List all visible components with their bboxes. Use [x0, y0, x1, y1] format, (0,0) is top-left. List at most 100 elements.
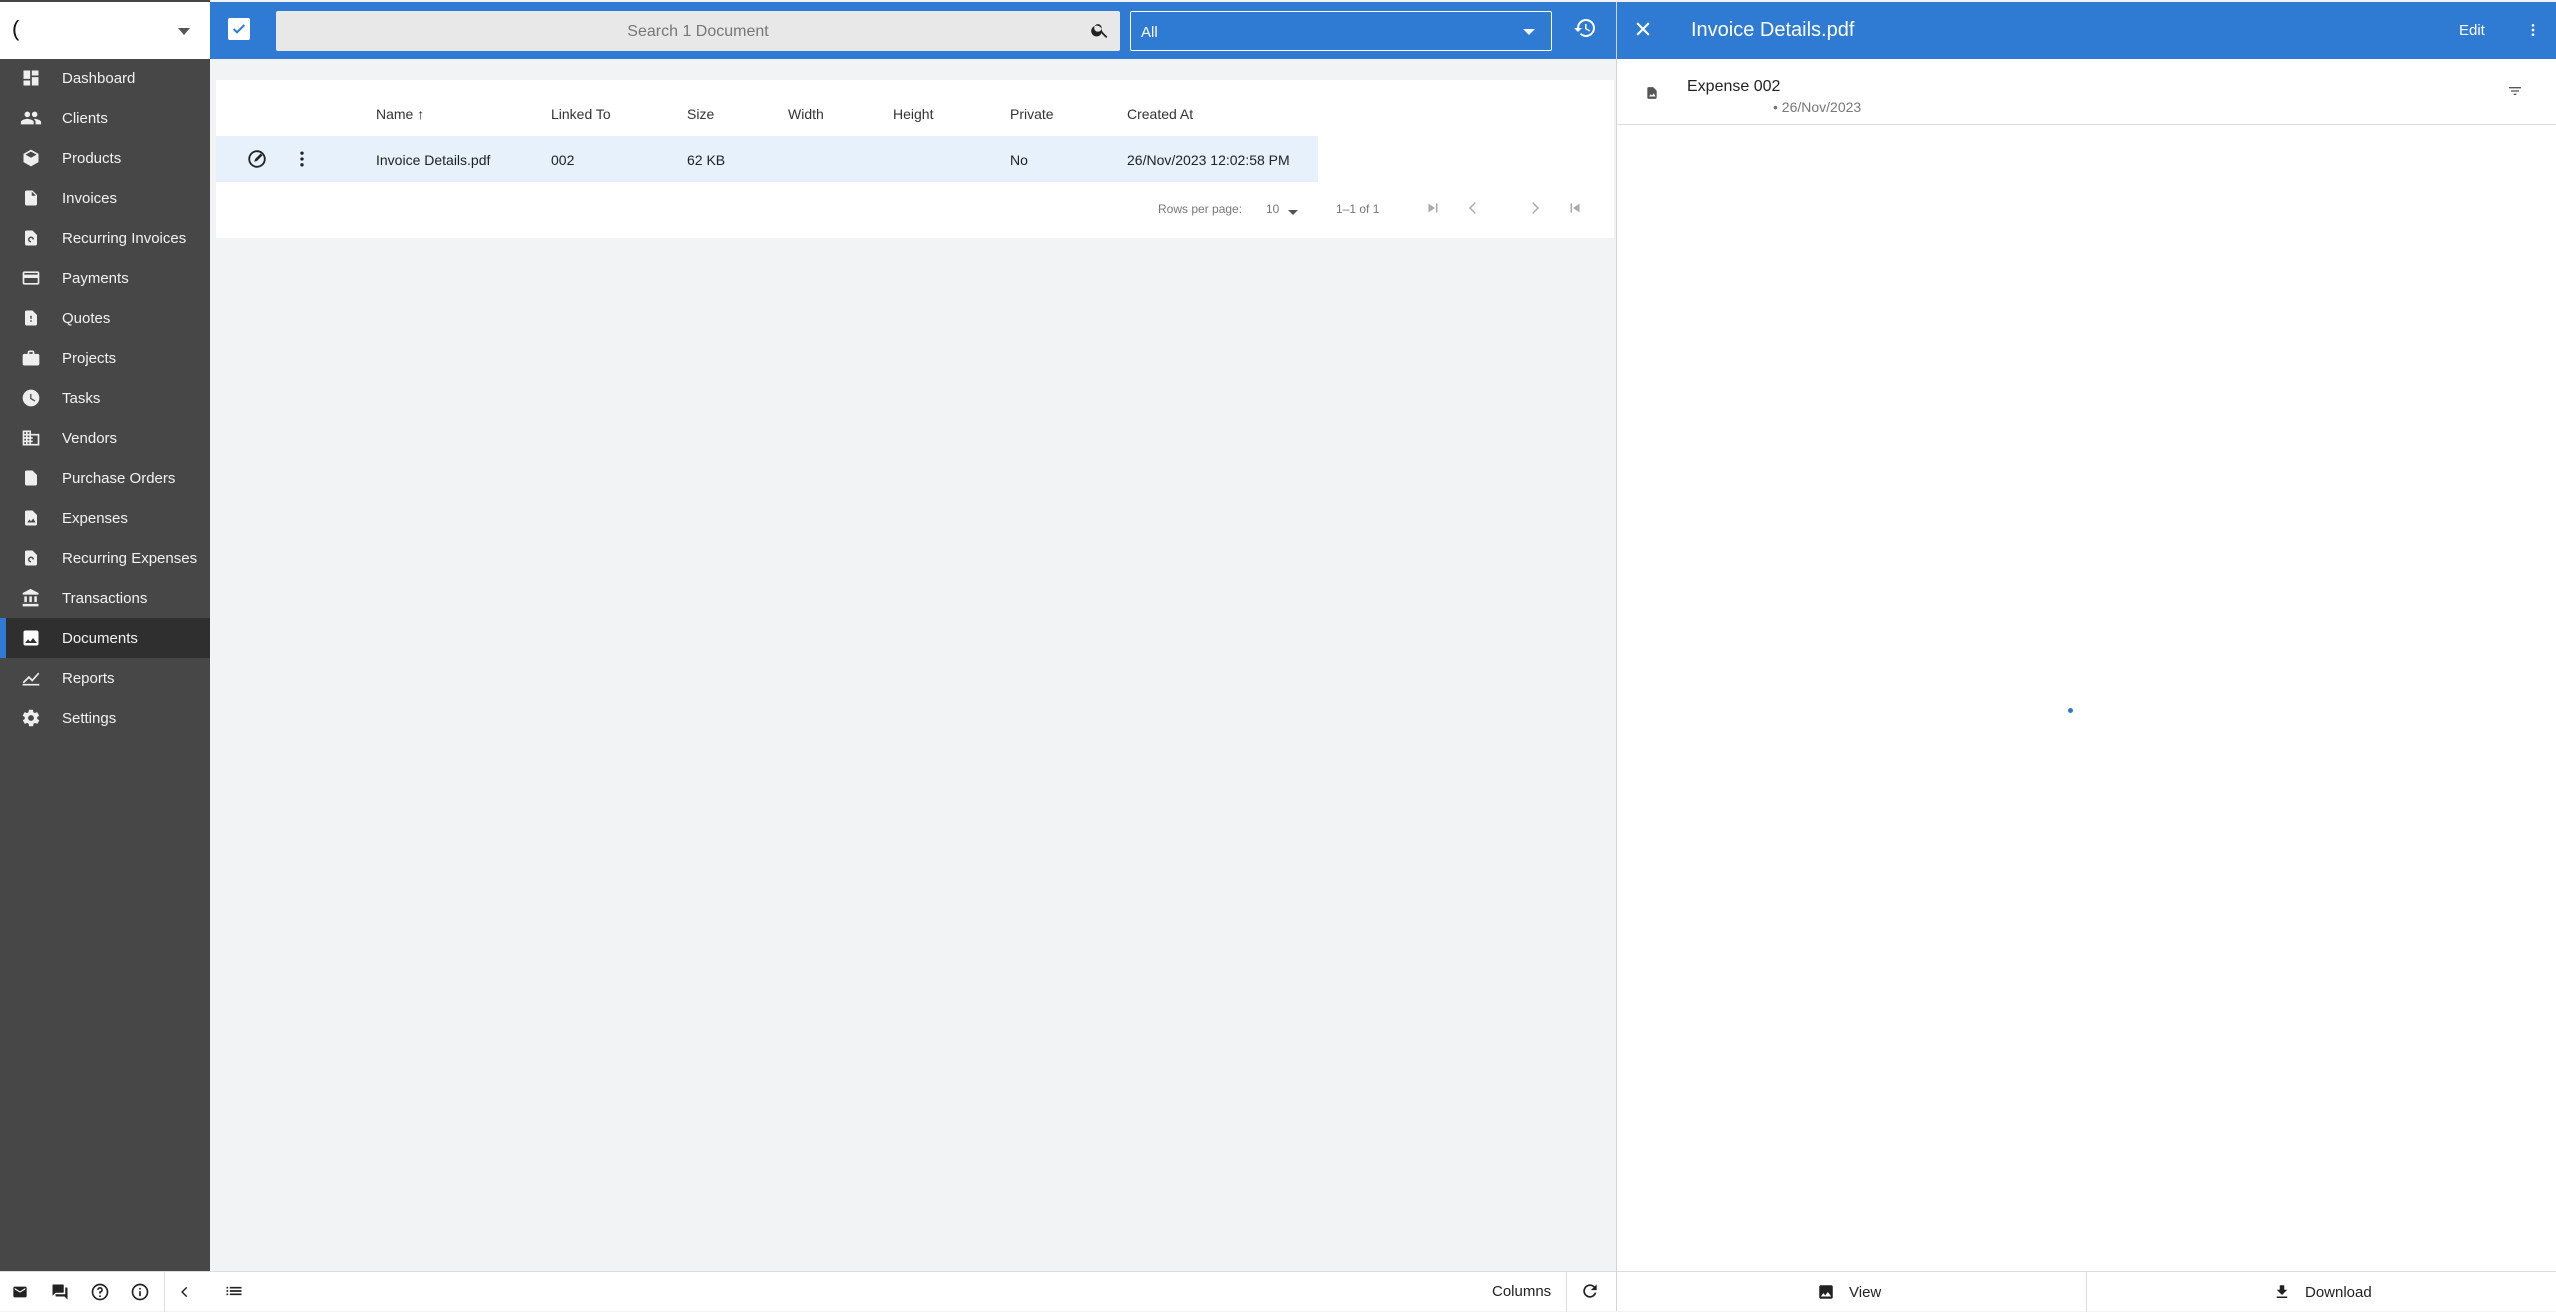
- sidebar-item-label: Products: [62, 149, 122, 167]
- info-icon[interactable]: [120, 1272, 160, 1312]
- sidebar-item-label: Projects: [62, 349, 117, 367]
- sidebar-item-label: Payments: [62, 269, 129, 287]
- chat-icon[interactable]: [40, 1272, 80, 1312]
- column-header-linked-to[interactable]: Linked To: [551, 106, 611, 122]
- sidebar-item-reports[interactable]: Reports: [0, 658, 210, 698]
- select-all-checkbox[interactable]: [228, 18, 250, 40]
- sidebar-item-tasks[interactable]: Tasks: [0, 378, 210, 418]
- documents-table: Name ↑ Linked To Size Width Height Priva…: [216, 80, 1614, 238]
- mail-icon[interactable]: [0, 1272, 40, 1312]
- chart-line-icon: [20, 667, 42, 689]
- cell-name[interactable]: Invoice Details.pdf: [376, 152, 490, 168]
- list-footer: Columns: [210, 1271, 1616, 1312]
- download-button[interactable]: Download: [2273, 1272, 2372, 1312]
- pagination-range: 1–1 of 1: [1336, 202, 1380, 216]
- sidebar-item-label: Clients: [62, 109, 108, 127]
- cell-linked-to: 002: [551, 152, 575, 168]
- building-icon: [20, 427, 42, 449]
- clock-icon: [20, 387, 42, 409]
- credit-card-icon: [20, 267, 42, 289]
- column-header-private[interactable]: Private: [1010, 106, 1054, 122]
- close-icon[interactable]: [1633, 19, 1653, 39]
- search-input[interactable]: Search 1 Document: [276, 11, 1120, 51]
- sidebar-item-invoices[interactable]: Invoices: [0, 178, 210, 218]
- sidebar-item-recurring-expenses[interactable]: Recurring Expenses: [0, 538, 210, 578]
- cell-private: No: [1010, 152, 1028, 168]
- sidebar-item-projects[interactable]: Projects: [0, 338, 210, 378]
- sidebar-item-documents[interactable]: Documents: [0, 618, 210, 658]
- column-header-name[interactable]: Name ↑: [376, 106, 424, 122]
- cell-size: 62 KB: [687, 152, 726, 168]
- refresh-icon[interactable]: [1580, 1281, 1600, 1301]
- gear-icon: [20, 707, 42, 729]
- company-selector[interactable]: (: [0, 2, 210, 59]
- sidebar-nav: Dashboard Clients Products Invoices Recu…: [0, 58, 210, 738]
- sidebar-footer: [0, 1271, 210, 1312]
- previous-page-icon[interactable]: [1464, 199, 1482, 217]
- sidebar-item-vendors[interactable]: Vendors: [0, 418, 210, 458]
- table-row[interactable]: Invoice Details.pdf 002 62 KB No 26/Nov/…: [216, 136, 1318, 182]
- company-name: (: [12, 16, 20, 41]
- divider: [2086, 1272, 2087, 1312]
- sidebar-item-expenses[interactable]: Expenses: [0, 498, 210, 538]
- search-icon[interactable]: [1090, 20, 1110, 40]
- divider: [1566, 1272, 1567, 1312]
- history-icon[interactable]: [1573, 16, 1597, 40]
- edit-button[interactable]: Edit: [2459, 22, 2485, 39]
- sidebar-item-label: Vendors: [62, 429, 118, 447]
- sidebar-item-label: Tasks: [62, 389, 101, 407]
- sidebar-item-payments[interactable]: Payments: [0, 258, 210, 298]
- columns-button[interactable]: Columns: [1492, 1272, 1551, 1312]
- more-vert-icon[interactable]: [2525, 19, 2541, 41]
- list-toolbar: Search 1 Document All: [210, 2, 1616, 59]
- panel-title: Invoice Details.pdf: [1691, 19, 1855, 41]
- linked-entity-title: Expense 002: [1687, 78, 1781, 95]
- recurring-invoice-icon: [20, 227, 42, 249]
- column-header-width[interactable]: Width: [788, 106, 824, 122]
- recurring-expense-icon: [20, 547, 42, 569]
- dashboard-icon: [20, 67, 42, 89]
- panel-header: Invoice Details.pdf Edit: [1617, 2, 2556, 59]
- sidebar-item-clients[interactable]: Clients: [0, 98, 210, 138]
- view-button[interactable]: View: [1817, 1272, 1881, 1312]
- bank-icon: [20, 587, 42, 609]
- help-icon[interactable]: [80, 1272, 120, 1312]
- purchase-order-icon: [20, 467, 42, 489]
- column-header-size[interactable]: Size: [687, 106, 714, 122]
- linked-entity-date: • 26/Nov/2023: [1773, 99, 1862, 115]
- chevron-left-icon[interactable]: [165, 1272, 205, 1312]
- more-vert-icon[interactable]: [292, 148, 312, 170]
- chevron-down-icon[interactable]: [1288, 210, 1298, 215]
- loading-spinner: [2068, 708, 2073, 713]
- status-filter-select[interactable]: All: [1130, 11, 1552, 51]
- next-page-icon[interactable]: [1526, 199, 1544, 217]
- column-header-label: Name: [376, 106, 414, 122]
- sidebar-item-label: Reports: [62, 669, 115, 687]
- view-label: View: [1849, 1283, 1882, 1301]
- column-header-height[interactable]: Height: [893, 106, 933, 122]
- download-icon: [2276, 1285, 2288, 1298]
- chevron-down-icon: [178, 28, 190, 35]
- sidebar-item-transactions[interactable]: Transactions: [0, 578, 210, 618]
- sidebar-item-products[interactable]: Products: [0, 138, 210, 178]
- edit-icon[interactable]: [246, 148, 268, 170]
- rows-per-page-select[interactable]: 10: [1266, 202, 1279, 216]
- last-page-icon[interactable]: [1566, 199, 1584, 217]
- column-header-created-at[interactable]: Created At: [1127, 106, 1193, 122]
- sidebar-item-quotes[interactable]: Quotes: [0, 298, 210, 338]
- linked-entity-item[interactable]: Expense 002 • 26/Nov/2023: [1617, 59, 2556, 125]
- sidebar-item-purchase-orders[interactable]: Purchase Orders: [0, 458, 210, 498]
- sidebar-item-label: Quotes: [62, 309, 111, 327]
- sidebar-item-recurring-invoices[interactable]: Recurring Invoices: [0, 218, 210, 258]
- cube-icon: [20, 147, 42, 169]
- sidebar-item-dashboard[interactable]: Dashboard: [0, 58, 210, 98]
- filter-icon[interactable]: [2505, 83, 2525, 99]
- image-icon: [20, 627, 42, 649]
- sidebar-item-settings[interactable]: Settings: [0, 698, 210, 738]
- sidebar-item-label: Settings: [62, 709, 117, 727]
- sidebar-item-label: Documents: [62, 629, 138, 647]
- sidebar-item-label: Expenses: [62, 509, 128, 527]
- list-view-icon[interactable]: [224, 1281, 244, 1301]
- document-detail-panel: Invoice Details.pdf Edit Expense 002 • 2…: [1616, 2, 2556, 1312]
- first-page-icon[interactable]: [1424, 199, 1442, 217]
